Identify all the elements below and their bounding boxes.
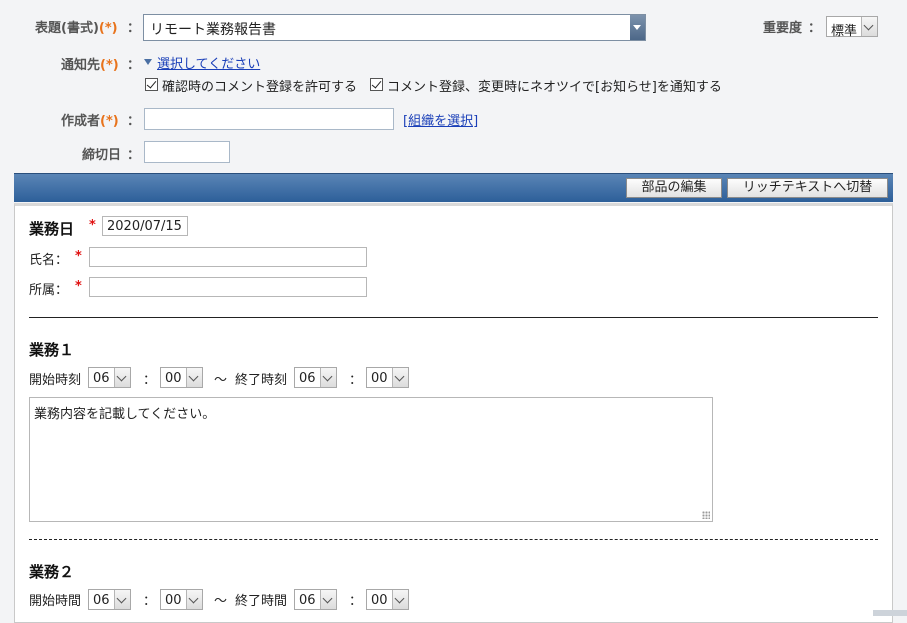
task1-start-label: 開始時刻 (29, 373, 82, 388)
notify-neotwi-checkbox[interactable] (370, 78, 383, 91)
resize-grip-icon[interactable] (702, 511, 710, 519)
importance-select[interactable]: 標準 (826, 16, 878, 39)
triangle-down-icon (144, 59, 152, 65)
author-input[interactable] (144, 108, 394, 130)
chevron-down-icon[interactable] (392, 590, 408, 609)
task1-end-hour-select[interactable]: 06 (294, 367, 337, 388)
select-value: 00 (371, 371, 388, 386)
work-day-input[interactable]: 2020/07/15 (102, 216, 188, 236)
required-mark: (*) (100, 58, 119, 73)
name-label: 氏名： (29, 253, 69, 268)
task1-start-minute-select[interactable]: 00 (160, 367, 203, 388)
dropdown-arrow-icon[interactable] (630, 15, 645, 40)
chevron-down-icon[interactable] (861, 17, 877, 36)
importance-label: 重要度 (763, 21, 803, 36)
colon: ： (127, 148, 141, 163)
colon: ： (127, 114, 141, 129)
required-asterisk: * (75, 249, 82, 264)
edit-parts-button[interactable]: 部品の編集 (626, 178, 722, 198)
required-asterisk: * (75, 279, 82, 294)
title-format-value: リモート業務報告書 (150, 22, 276, 38)
task2-start-label: 開始時間 (29, 594, 82, 609)
importance-value: 標準 (831, 24, 858, 39)
select-value: 00 (371, 593, 388, 608)
task2-heading: 業務２ (29, 563, 75, 581)
select-value: 00 (165, 371, 182, 386)
required-asterisk: * (89, 218, 96, 233)
tilde: ～ (214, 594, 228, 609)
time-separator: ： (349, 594, 363, 609)
select-value: 06 (299, 371, 316, 386)
chevron-down-icon[interactable] (186, 368, 202, 387)
dept-label: 所属： (29, 283, 69, 298)
name-input[interactable] (89, 247, 367, 267)
notify-neotwi-label: コメント登録、変更時にネオツイで[お知らせ]を通知する (387, 80, 722, 95)
chevron-down-icon[interactable] (114, 590, 130, 609)
task1-content-textarea[interactable]: 業務内容を記載してください。 (29, 397, 713, 522)
task1-content-text: 業務内容を記載してください。 (34, 407, 216, 422)
required-mark: (*) (100, 114, 119, 129)
required-mark: (*) (98, 21, 118, 36)
task2-start-minute-select[interactable]: 00 (160, 589, 203, 610)
divider (29, 317, 878, 318)
editor-toolbar: 部品の編集 リッチテキストへ切替 (14, 173, 893, 202)
task2-end-minute-select[interactable]: 00 (366, 589, 409, 610)
deadline-label: 締切日 (82, 148, 122, 163)
allow-comment-checkbox[interactable] (145, 78, 158, 91)
task1-heading: 業務１ (29, 341, 75, 359)
colon: ： (127, 21, 141, 36)
author-label: 作成者(*) (61, 114, 119, 129)
tilde: ～ (214, 373, 228, 388)
chevron-down-icon[interactable] (392, 368, 408, 387)
colon: ： (127, 58, 141, 73)
task2-end-hour-select[interactable]: 06 (294, 589, 337, 610)
deadline-input[interactable] (144, 141, 230, 163)
chevron-down-icon[interactable] (320, 368, 336, 387)
select-org-link[interactable]: [組織を選択] (403, 110, 478, 129)
title-label: 表題(書式)(*) (35, 21, 118, 36)
task1-end-minute-select[interactable]: 00 (366, 367, 409, 388)
work-day-value: 2020/07/15 (107, 219, 182, 234)
task1-start-hour-select[interactable]: 06 (88, 367, 131, 388)
task1-end-label: 終了時刻 (235, 373, 288, 388)
notify-select-link[interactable]: 選択してください (157, 53, 260, 72)
time-separator: ： (143, 594, 157, 609)
allow-comment-label: 確認時のコメント登録を許可する (162, 80, 358, 95)
chevron-down-icon[interactable] (186, 590, 202, 609)
notify-label: 通知先(*) (61, 58, 119, 73)
time-separator: ： (143, 373, 157, 388)
dept-input[interactable] (89, 277, 367, 297)
task2-start-hour-select[interactable]: 06 (88, 589, 131, 610)
task2-end-label: 終了時間 (235, 594, 288, 609)
chevron-down-icon[interactable] (320, 590, 336, 609)
switch-rich-text-button[interactable]: リッチテキストへ切替 (727, 178, 888, 198)
select-value: 06 (93, 371, 110, 386)
select-value: 00 (165, 593, 182, 608)
select-value: 06 (93, 593, 110, 608)
colon: ： (808, 21, 822, 36)
dashed-divider (29, 539, 878, 540)
time-separator: ： (349, 373, 363, 388)
work-day-heading: 業務日 (29, 220, 75, 238)
title-format-select[interactable]: リモート業務報告書 (143, 14, 646, 41)
scrollbar-fragment[interactable] (873, 610, 907, 616)
select-value: 06 (299, 593, 316, 608)
chevron-down-icon[interactable] (114, 368, 130, 387)
